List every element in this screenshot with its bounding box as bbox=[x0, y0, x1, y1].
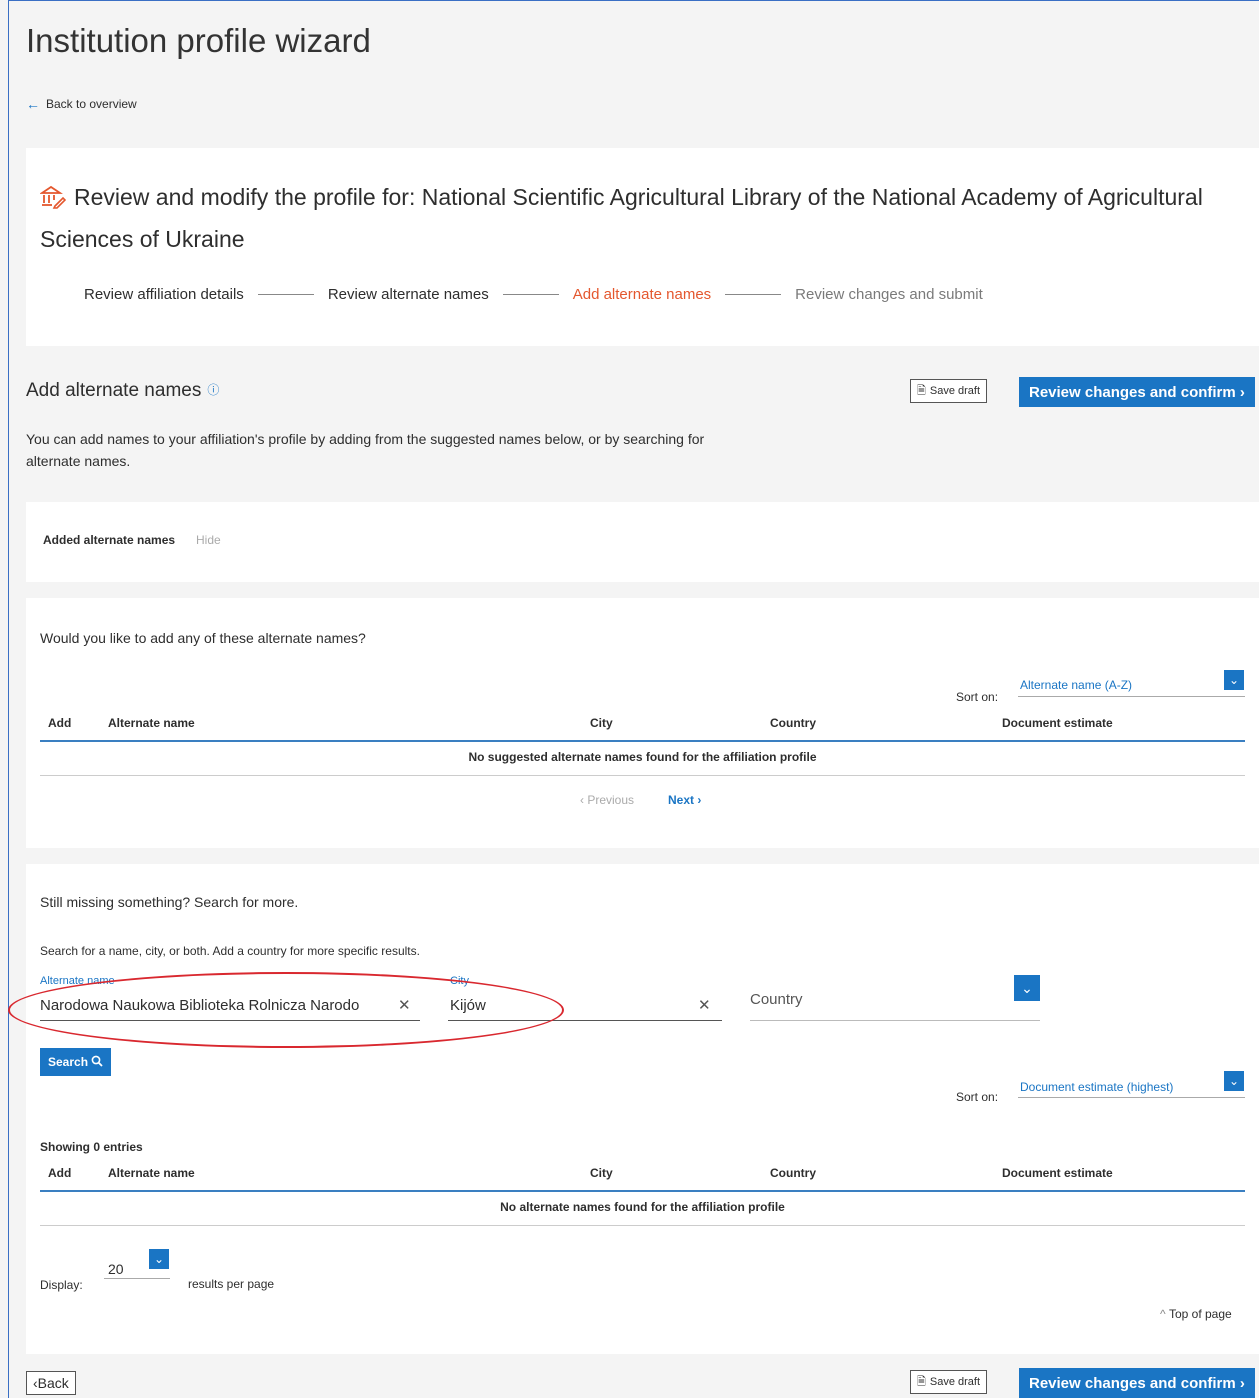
country-underline bbox=[750, 1020, 1040, 1021]
country-select[interactable]: Country bbox=[750, 991, 803, 1008]
alternate-name-field-label: Alternate name bbox=[40, 975, 115, 987]
top-of-page-link[interactable]: ^ Top of page bbox=[1160, 1307, 1232, 1321]
search-hint: Search for a name, city, or both. Add a … bbox=[40, 944, 420, 958]
review-changes-confirm-button[interactable]: Review changes and confirm › bbox=[1019, 377, 1255, 407]
chevron-right-icon: › bbox=[1239, 1374, 1245, 1392]
profile-heading: Review and modify the profile for: Natio… bbox=[39, 178, 1230, 258]
info-icon[interactable]: ⓘ bbox=[207, 383, 219, 397]
suggested-question: Would you like to add any of these alter… bbox=[40, 630, 366, 646]
save-draft-button[interactable]: 🗎 Save draft bbox=[910, 1370, 987, 1394]
chevron-down-icon[interactable]: ⌄ bbox=[1014, 975, 1040, 1001]
clear-city-icon[interactable]: ✕ bbox=[698, 996, 711, 1014]
alternate-name-input[interactable]: Narodowa Naukowa Biblioteka Rolnicza Nar… bbox=[40, 997, 392, 1014]
chevron-down-icon[interactable]: ⌄ bbox=[149, 1249, 169, 1269]
previous-page-button: ‹ Previous bbox=[580, 793, 634, 807]
chevron-down-icon[interactable]: ⌄ bbox=[1224, 670, 1244, 690]
sort-underline bbox=[1018, 696, 1245, 697]
city-underline bbox=[448, 1020, 722, 1021]
col-alternate-name: Alternate name bbox=[108, 1166, 195, 1180]
chevron-right-icon: › bbox=[697, 793, 702, 807]
back-button-label: Back bbox=[37, 1375, 69, 1391]
back-button[interactable]: ‹ Back bbox=[26, 1371, 76, 1395]
suggested-empty-message: No suggested alternate names found for t… bbox=[468, 750, 817, 764]
per-page-underline bbox=[104, 1278, 170, 1279]
col-city: City bbox=[590, 1166, 613, 1180]
wizard-steps: Review affiliation details Review altern… bbox=[84, 286, 983, 303]
save-draft-label: Save draft bbox=[929, 1376, 980, 1388]
per-page-suffix: results per page bbox=[188, 1277, 275, 1291]
previous-label: Previous bbox=[587, 793, 635, 807]
clear-name-icon[interactable]: ✕ bbox=[398, 996, 411, 1014]
review-confirm-label: Review changes and confirm bbox=[1029, 383, 1236, 401]
review-confirm-label: Review changes and confirm bbox=[1029, 1374, 1236, 1392]
table-bottom-rule bbox=[40, 775, 1245, 776]
search-button-label: Search bbox=[48, 1055, 89, 1069]
table-bottom-rule bbox=[40, 1225, 1245, 1226]
chevron-left-icon: ‹ bbox=[580, 793, 584, 807]
sort-label: Sort on: bbox=[956, 1090, 999, 1104]
profile-heading-text: Review and modify the profile for: Natio… bbox=[40, 184, 1203, 252]
review-changes-confirm-button[interactable]: Review changes and confirm › bbox=[1019, 1368, 1255, 1398]
back-to-overview-link[interactable]: ← Back to overview bbox=[26, 96, 137, 112]
search-icon bbox=[91, 1055, 103, 1070]
save-draft-label: Save draft bbox=[929, 385, 980, 397]
search-heading: Still missing something? Search for more… bbox=[40, 894, 299, 910]
step-review-affiliation-details[interactable]: Review affiliation details bbox=[84, 286, 244, 303]
alternate-name-underline bbox=[40, 1020, 420, 1021]
display-label: Display: bbox=[40, 1278, 83, 1292]
back-link-label: Back to overview bbox=[46, 97, 137, 111]
sort-label: Sort on: bbox=[956, 690, 999, 704]
table-header-rule bbox=[40, 740, 1245, 742]
step-review-changes-and-submit: Review changes and submit bbox=[795, 286, 983, 303]
sort-select-value[interactable]: Alternate name (A-Z) bbox=[1020, 678, 1132, 692]
added-names-label: Added alternate names bbox=[43, 533, 176, 547]
next-page-button[interactable]: Next › bbox=[668, 793, 701, 807]
hide-toggle[interactable]: Hide bbox=[196, 533, 221, 547]
search-button[interactable]: Search bbox=[40, 1048, 112, 1076]
col-add: Add bbox=[48, 716, 72, 730]
col-document-estimate: Document estimate bbox=[1002, 716, 1113, 730]
chevron-down-icon[interactable]: ⌄ bbox=[1224, 1071, 1244, 1091]
col-country: Country bbox=[770, 1166, 816, 1180]
col-add: Add bbox=[48, 1166, 72, 1180]
step-connector bbox=[725, 294, 782, 295]
sort-underline bbox=[1018, 1097, 1245, 1098]
per-page-select[interactable]: 20 bbox=[108, 1261, 124, 1277]
next-label: Next bbox=[668, 793, 695, 807]
sort-select-value[interactable]: Document estimate (highest) bbox=[1020, 1080, 1173, 1094]
save-draft-button[interactable]: 🗎 Save draft bbox=[910, 379, 987, 403]
chevron-up-icon: ^ bbox=[1160, 1307, 1166, 1321]
col-country: Country bbox=[770, 716, 816, 730]
institution-edit-icon bbox=[39, 182, 67, 220]
step-add-alternate-names[interactable]: Add alternate names bbox=[573, 286, 711, 303]
step-review-alternate-names[interactable]: Review alternate names bbox=[328, 286, 489, 303]
top-of-page-label: Top of page bbox=[1168, 1307, 1232, 1321]
table-header-rule bbox=[40, 1190, 1245, 1192]
save-icon: 🗎 bbox=[917, 384, 926, 397]
step-connector bbox=[502, 294, 559, 295]
col-document-estimate: Document estimate bbox=[1002, 1166, 1113, 1180]
section-title-text: Add alternate names bbox=[26, 380, 202, 401]
col-city: City bbox=[590, 716, 613, 730]
arrow-left-icon: ← bbox=[26, 96, 40, 112]
chevron-right-icon: › bbox=[1239, 383, 1245, 401]
page-title: Institution profile wizard bbox=[26, 22, 371, 59]
save-icon: 🗎 bbox=[917, 1375, 926, 1388]
section-description: You can add names to your affiliation's … bbox=[26, 431, 705, 469]
search-empty-message: No alternate names found for the affilia… bbox=[500, 1200, 785, 1214]
section-title: Add alternate names ⓘ bbox=[26, 380, 219, 402]
city-field-label: City bbox=[450, 975, 469, 987]
col-alternate-name: Alternate name bbox=[108, 716, 195, 730]
city-input[interactable]: Kijów bbox=[450, 997, 486, 1014]
showing-count: Showing 0 entries bbox=[40, 1140, 143, 1154]
step-connector bbox=[257, 294, 314, 295]
